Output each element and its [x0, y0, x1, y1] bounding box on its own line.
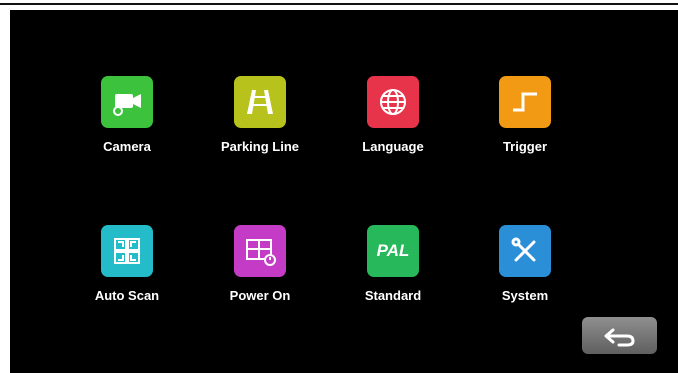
device-frame: Camera Parking Line Language Trigger Aut…	[0, 0, 678, 373]
menu-item-standard[interactable]: PAL Standard	[328, 225, 458, 315]
menu-item-language[interactable]: Language	[328, 76, 458, 166]
menu-item-label: Auto Scan	[94, 288, 160, 303]
standard-icon: PAL	[367, 225, 419, 277]
pal-icon-text: PAL	[376, 241, 410, 260]
menu-item-label: Language	[362, 139, 424, 154]
menu-item-label: System	[501, 288, 549, 303]
power-on-icon	[234, 225, 286, 277]
back-arrow-icon	[604, 328, 635, 346]
menu-item-power-on[interactable]: Power On	[195, 225, 325, 315]
menu-item-label: Trigger	[502, 139, 548, 154]
menu-item-label: Standard	[364, 288, 422, 303]
system-icon	[499, 225, 551, 277]
top-border-line	[0, 3, 678, 5]
trigger-icon	[499, 76, 551, 128]
globe-icon	[367, 76, 419, 128]
menu-item-parking-line[interactable]: Parking Line	[195, 76, 325, 166]
settings-screen: Camera Parking Line Language Trigger Aut…	[10, 10, 678, 373]
menu-item-auto-scan[interactable]: Auto Scan	[62, 225, 192, 315]
menu-item-trigger[interactable]: Trigger	[460, 76, 590, 166]
back-button[interactable]	[582, 317, 657, 354]
menu-item-label: Camera	[103, 139, 151, 154]
camera-icon	[101, 76, 153, 128]
menu-item-system[interactable]: System	[460, 225, 590, 315]
menu-item-label: Power On	[229, 288, 291, 303]
menu-item-label: Parking Line	[220, 139, 300, 154]
auto-scan-icon	[101, 225, 153, 277]
parking-line-icon	[234, 76, 286, 128]
menu-item-camera[interactable]: Camera	[62, 76, 192, 166]
